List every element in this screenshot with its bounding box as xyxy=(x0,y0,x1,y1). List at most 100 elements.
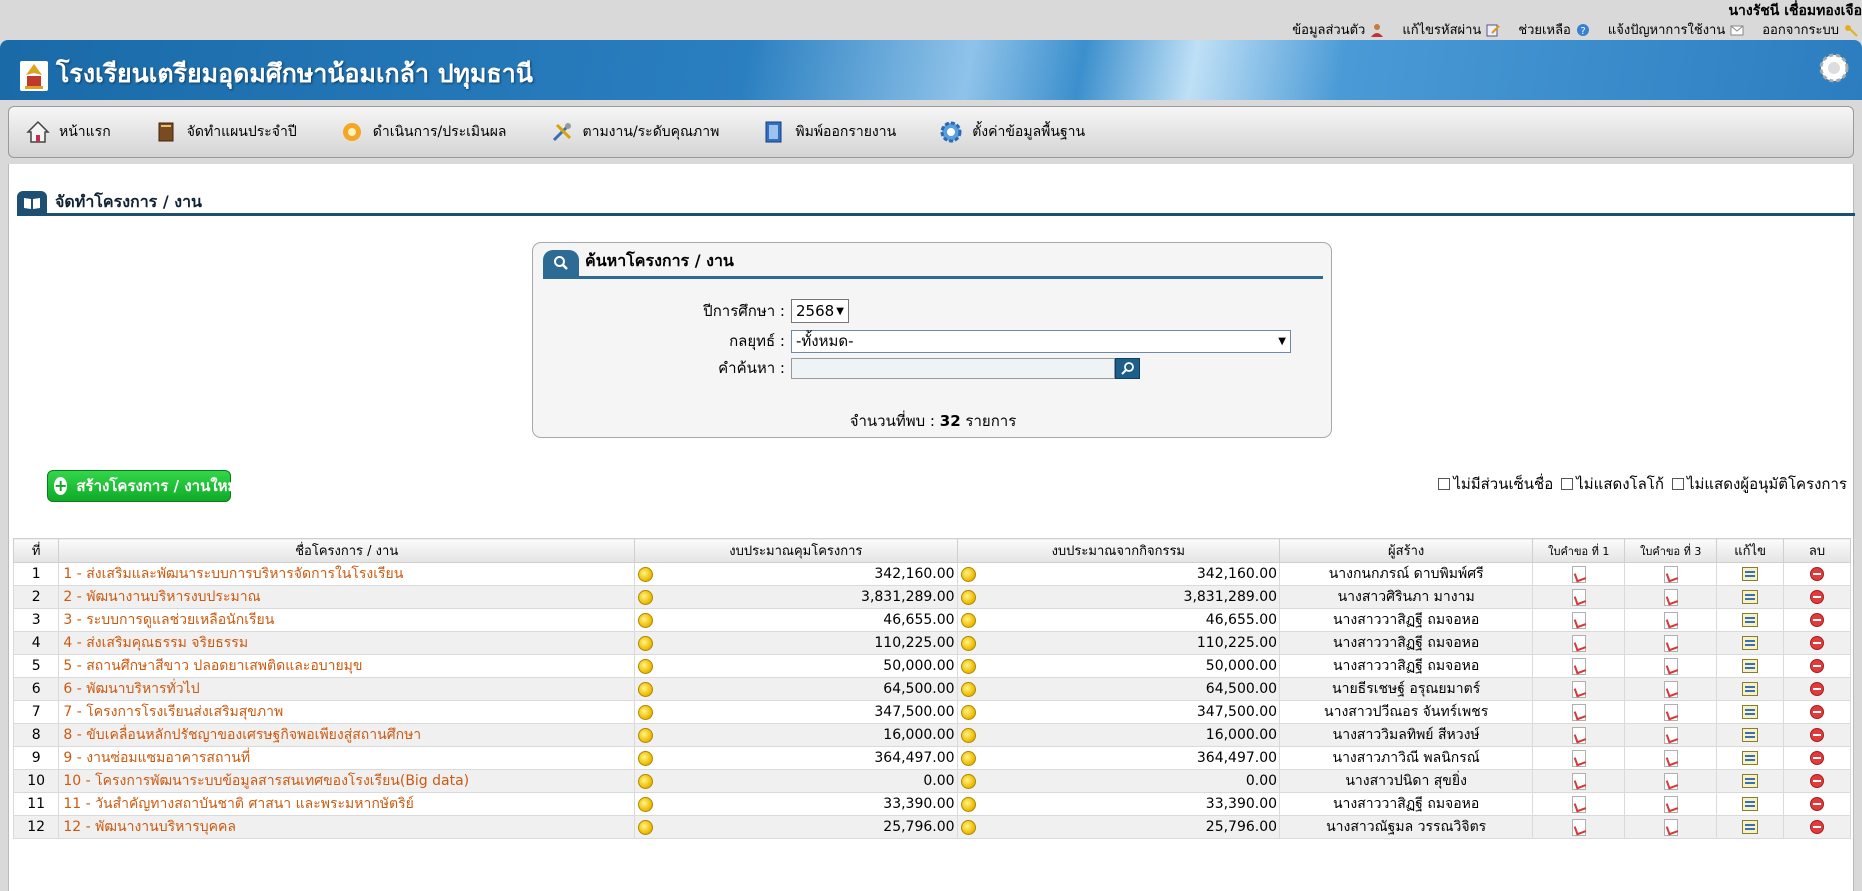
delete-icon[interactable] xyxy=(1810,820,1825,834)
coin-icon[interactable] xyxy=(638,590,654,605)
project-name-link[interactable]: 12 - พัฒนางานบริหารบุคคล xyxy=(58,815,636,839)
coin-icon[interactable] xyxy=(638,820,654,835)
coin-icon[interactable] xyxy=(638,751,654,766)
delete-icon[interactable] xyxy=(1810,774,1825,788)
coin-icon[interactable] xyxy=(960,613,976,628)
option-no-logo[interactable]: ไม่แสดงโลโก้ xyxy=(1561,472,1664,496)
project-name-link[interactable]: 11 - วันสำคัญทางสถาบันชาติ ศาสนา และพระม… xyxy=(58,792,636,816)
delete-icon[interactable] xyxy=(1810,682,1825,696)
project-name-link[interactable]: 6 - พัฒนาบริหารทั่วไป xyxy=(58,677,636,701)
checkbox[interactable] xyxy=(1561,478,1574,490)
pdf-icon[interactable] xyxy=(1663,795,1678,813)
edit-icon[interactable] xyxy=(1742,705,1759,719)
delete-icon[interactable] xyxy=(1810,797,1825,811)
pdf-icon[interactable] xyxy=(1663,818,1678,836)
pdf-icon[interactable] xyxy=(1571,657,1586,675)
coin-icon[interactable] xyxy=(960,728,976,743)
delete-icon[interactable] xyxy=(1810,590,1825,604)
pdf-icon[interactable] xyxy=(1571,726,1586,744)
keyword-input[interactable] xyxy=(791,357,1115,379)
pdf-icon[interactable] xyxy=(1663,680,1678,698)
project-name-link[interactable]: 3 - ระบบการดูแลช่วยเหลือนักเรียน xyxy=(58,608,636,632)
edit-icon[interactable] xyxy=(1742,659,1759,673)
delete-icon[interactable] xyxy=(1810,728,1825,742)
pdf-icon[interactable] xyxy=(1571,611,1586,629)
delete-icon[interactable] xyxy=(1810,567,1825,581)
pdf-icon[interactable] xyxy=(1571,818,1586,836)
pdf-icon[interactable] xyxy=(1663,588,1678,606)
project-name-link[interactable]: 7 - โครงการโรงเรียนส่งเสริมสุขภาพ xyxy=(58,700,636,724)
pdf-icon[interactable] xyxy=(1571,588,1586,606)
project-name-link[interactable]: 2 - พัฒนางานบริหารงบประมาณ xyxy=(58,585,636,609)
coin-icon[interactable] xyxy=(638,797,654,812)
delete-icon[interactable] xyxy=(1810,636,1825,650)
menu-settings[interactable]: ตั้งค่าข้อมูลพื้นฐาน xyxy=(938,119,1085,145)
coin-icon[interactable] xyxy=(960,659,976,674)
year-select[interactable]: 2568 ▼ xyxy=(791,299,849,323)
project-name-link[interactable]: 4 - ส่งเสริมคุณธรรม จริยธรรม xyxy=(58,631,636,655)
project-name-link[interactable]: 10 - โครงการพัฒนาระบบข้อมูลสารสนเทศของโร… xyxy=(58,769,636,793)
option-no-signature[interactable]: ไม่มีส่วนเซ็นชื่อ xyxy=(1438,472,1553,496)
edit-icon[interactable] xyxy=(1742,682,1759,696)
create-project-button[interactable]: + สร้างโครงการ / งานใหม่ xyxy=(47,470,237,502)
coin-icon[interactable] xyxy=(960,797,976,812)
edit-icon[interactable] xyxy=(1742,797,1759,811)
col-activity-budget[interactable]: งบประมาณจากกิจกรรม xyxy=(956,538,1281,563)
project-name-link[interactable]: 8 - ขับเคลื่อนหลักปรัชญาของเศรษฐกิจพอเพี… xyxy=(58,723,636,747)
pdf-icon[interactable] xyxy=(1663,565,1678,583)
edit-icon[interactable] xyxy=(1742,567,1759,581)
pdf-icon[interactable] xyxy=(1663,703,1678,721)
pdf-icon[interactable] xyxy=(1571,680,1586,698)
profile-link[interactable]: ข้อมูลส่วนตัว xyxy=(1292,19,1384,40)
edit-icon[interactable] xyxy=(1742,751,1759,765)
menu-annual-plan[interactable]: จัดทำแผนประจำปี xyxy=(153,119,297,145)
project-name-link[interactable]: 1 - ส่งเสริมและพัฒนาระบบการบริหารจัดการใ… xyxy=(58,562,636,586)
pdf-icon[interactable] xyxy=(1571,634,1586,652)
coin-icon[interactable] xyxy=(638,636,654,651)
col-budget[interactable]: งบประมาณคุมโครงการ xyxy=(634,538,958,563)
pdf-icon[interactable] xyxy=(1571,565,1586,583)
col-name[interactable]: ชื่อโครงการ / งาน xyxy=(58,538,636,563)
pdf-icon[interactable] xyxy=(1571,795,1586,813)
coin-icon[interactable] xyxy=(960,751,976,766)
edit-icon[interactable] xyxy=(1742,613,1759,627)
coin-icon[interactable] xyxy=(960,636,976,651)
option-no-approver[interactable]: ไม่แสดงผู้อนุมัติโครงการ xyxy=(1671,472,1847,496)
coin-icon[interactable] xyxy=(960,567,976,582)
pdf-icon[interactable] xyxy=(1571,749,1586,767)
edit-icon[interactable] xyxy=(1742,636,1759,650)
edit-icon[interactable] xyxy=(1742,774,1759,788)
pdf-icon[interactable] xyxy=(1663,657,1678,675)
delete-icon[interactable] xyxy=(1810,659,1825,673)
change-password-link[interactable]: แก้ไขรหัสผ่าน xyxy=(1402,19,1501,40)
menu-operation[interactable]: ดำเนินการ/ประเมินผล xyxy=(339,119,507,145)
edit-icon[interactable] xyxy=(1742,590,1759,604)
coin-icon[interactable] xyxy=(960,682,976,697)
project-name-link[interactable]: 9 - งานซ่อมแซมอาคารสถานที่ xyxy=(58,746,636,770)
edit-icon[interactable] xyxy=(1742,728,1759,742)
menu-print-report[interactable]: พิมพ์ออกรายงาน xyxy=(761,119,896,145)
delete-icon[interactable] xyxy=(1810,613,1825,627)
coin-icon[interactable] xyxy=(638,613,654,628)
coin-icon[interactable] xyxy=(638,728,654,743)
col-no[interactable]: ที่ xyxy=(12,538,60,563)
delete-icon[interactable] xyxy=(1810,705,1825,719)
coin-icon[interactable] xyxy=(638,682,654,697)
pdf-icon[interactable] xyxy=(1663,749,1678,767)
project-name-link[interactable]: 5 - สถานศึกษาสีขาว ปลอดยาเสพติดและอบายมุ… xyxy=(58,654,636,678)
coin-icon[interactable] xyxy=(638,659,654,674)
checkbox[interactable] xyxy=(1671,478,1684,490)
pdf-icon[interactable] xyxy=(1571,772,1586,790)
pdf-icon[interactable] xyxy=(1571,703,1586,721)
help-link[interactable]: ช่วยเหลือ ? xyxy=(1518,19,1590,40)
logout-link[interactable]: ออกจากระบบ xyxy=(1762,19,1858,40)
pdf-icon[interactable] xyxy=(1663,726,1678,744)
coin-icon[interactable] xyxy=(638,705,654,720)
pdf-icon[interactable] xyxy=(1663,634,1678,652)
col-creator[interactable]: ผู้สร้าง xyxy=(1279,538,1534,563)
coin-icon[interactable] xyxy=(960,590,976,605)
checkbox[interactable] xyxy=(1438,478,1451,490)
coin-icon[interactable] xyxy=(638,774,654,789)
pdf-icon[interactable] xyxy=(1663,772,1678,790)
coin-icon[interactable] xyxy=(960,705,976,720)
